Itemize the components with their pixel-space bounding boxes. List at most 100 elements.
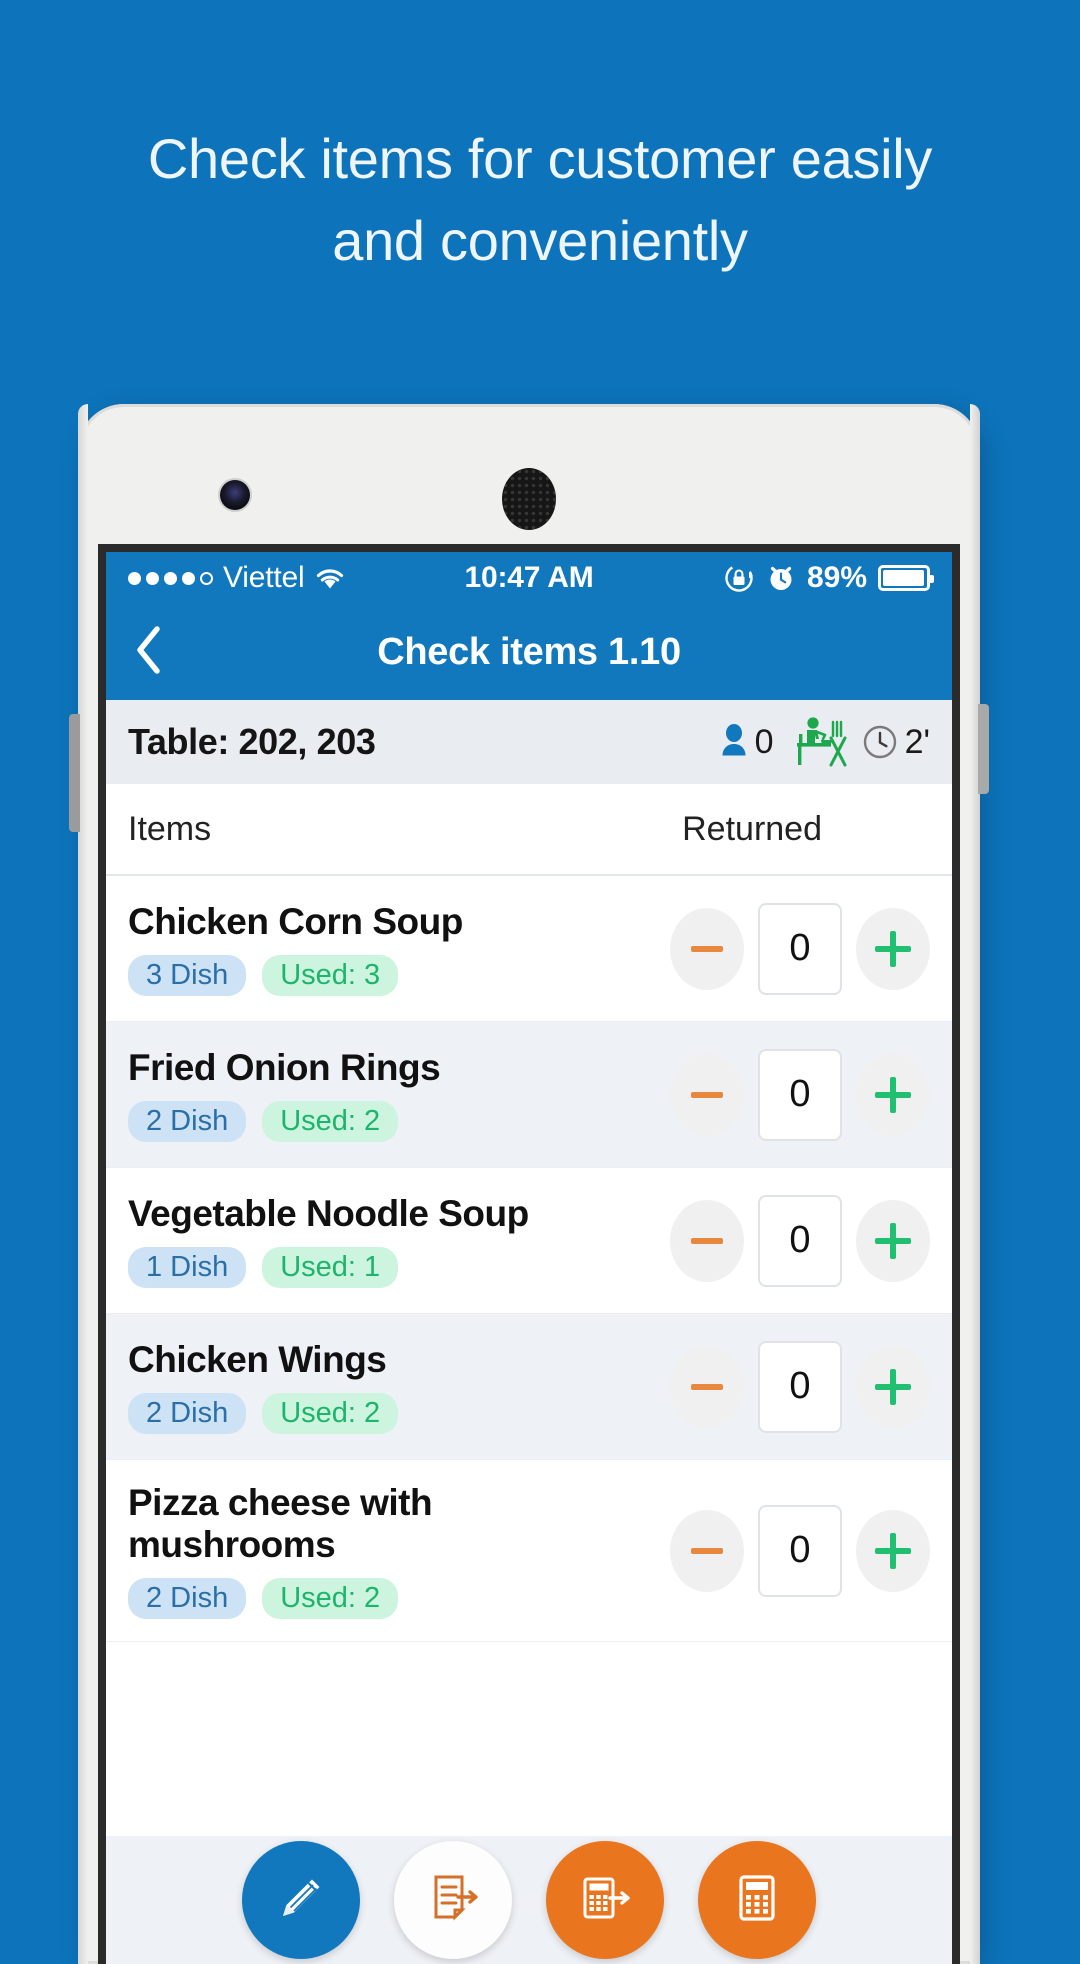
returned-qty-input[interactable]: 0 [758, 1194, 842, 1287]
phone-edge-left [78, 404, 88, 1964]
alarm-clock-icon [766, 563, 796, 593]
headline-line-2: and conveniently [332, 208, 748, 272]
calculator-icon [730, 1869, 784, 1932]
item-name: Vegetable Noodle Soup [128, 1192, 529, 1234]
dish-count-badge: 2 Dish [128, 1393, 247, 1435]
minus-icon [691, 1383, 723, 1390]
chevron-left-icon [132, 624, 166, 681]
increment-button[interactable] [856, 1053, 930, 1136]
used-count-badge: Used: 1 [262, 1247, 399, 1289]
promo-headline: Check items for customer easily and conv… [0, 118, 1080, 282]
headline-line-1: Check items for customer easily [147, 127, 933, 190]
front-camera-icon [220, 480, 250, 510]
decrement-button[interactable] [670, 907, 744, 990]
minus-icon [691, 1091, 723, 1098]
dish-count-badge: 2 Dish [128, 1101, 247, 1143]
increment-button[interactable] [856, 1199, 930, 1282]
quantity-stepper: 0 [670, 902, 930, 995]
elapsed-time-value: 2' [904, 722, 930, 761]
document-transfer-icon [424, 1869, 482, 1932]
row-info: Vegetable Noodle Soup 1 Dish Used: 1 [128, 1192, 670, 1289]
item-name: Chicken Wings [128, 1338, 387, 1380]
badge-group: 2 Dish Used: 2 [128, 1393, 658, 1435]
column-header-row: Items Returned [106, 784, 952, 876]
minus-icon [691, 945, 723, 952]
earpiece-speaker-icon [502, 468, 556, 530]
returned-qty-input[interactable]: 0 [758, 1340, 842, 1433]
page-title: Check items 1.10 [377, 630, 681, 673]
increment-button[interactable] [856, 1509, 930, 1592]
table-info-bar: Table: 202, 203 0 2' [106, 700, 952, 784]
person-dining-icon [787, 716, 849, 768]
item-name: Chicken Corn Soup [128, 900, 463, 942]
used-count-badge: Used: 3 [262, 955, 399, 997]
dish-count-badge: 1 Dish [128, 1247, 247, 1289]
transfer-bill-button[interactable] [546, 1841, 664, 1959]
phone-power-button [978, 704, 989, 794]
item-name: Pizza cheese with mushrooms [128, 1482, 433, 1566]
row-info: Chicken Wings 2 Dish Used: 2 [128, 1338, 670, 1435]
returned-qty-input[interactable]: 0 [758, 1048, 842, 1141]
column-header-items: Items [128, 809, 212, 848]
item-list: Chicken Corn Soup 3 Dish Used: 3 0 Fried… [106, 876, 952, 1643]
minus-icon [691, 1237, 723, 1244]
row-info: Pizza cheese with mushrooms 2 Dish Used:… [128, 1482, 528, 1620]
guest-count-value: 0 [754, 722, 774, 761]
table-label: Table: 202, 203 [128, 721, 376, 762]
returned-qty-input[interactable]: 0 [758, 902, 842, 995]
dish-count-badge: 2 Dish [128, 1578, 247, 1620]
row-info: Chicken Corn Soup 3 Dish Used: 3 [128, 900, 670, 997]
plus-icon [875, 1532, 911, 1569]
quantity-stepper: 0 [670, 1194, 930, 1287]
table-row[interactable]: Pizza cheese with mushrooms 2 Dish Used:… [106, 1460, 952, 1643]
plus-icon [875, 1222, 911, 1259]
item-name: Fried Onion Rings [128, 1046, 441, 1088]
decrement-button[interactable] [670, 1345, 744, 1428]
quantity-stepper: 0 [670, 1048, 930, 1141]
badge-group: 2 Dish Used: 2 [128, 1578, 516, 1620]
rotation-lock-icon [723, 562, 755, 594]
plus-icon [875, 930, 911, 967]
phone-volume-button [69, 714, 80, 832]
table-row[interactable]: Fried Onion Rings 2 Dish Used: 2 0 [106, 1022, 952, 1168]
row-info: Fried Onion Rings 2 Dish Used: 2 [128, 1046, 670, 1143]
used-count-badge: Used: 2 [262, 1101, 399, 1143]
calculate-bill-button[interactable] [698, 1841, 816, 1959]
decrement-button[interactable] [670, 1053, 744, 1136]
status-bar-right: 89% [723, 561, 934, 595]
plus-icon [875, 1368, 911, 1405]
status-bar: Viettel 10:47 AM 89% [106, 552, 952, 604]
action-button-bar [106, 1836, 952, 1964]
elapsed-time-group: 2' [862, 723, 930, 762]
phone-mockup: Viettel 10:47 AM 89% Check items 1.10 Ta… [69, 404, 989, 1964]
battery-percent: 89% [806, 561, 867, 594]
back-button[interactable] [106, 624, 192, 681]
column-header-returned: Returned [682, 809, 822, 848]
badge-group: 1 Dish Used: 1 [128, 1247, 658, 1289]
phone-edge-right [970, 404, 980, 1964]
dish-count-badge: 3 Dish [128, 955, 247, 997]
screen-bezel: Viettel 10:47 AM 89% Check items 1.10 Ta… [98, 544, 960, 1964]
pencil-edit-icon [270, 1867, 332, 1934]
decrement-button[interactable] [670, 1509, 744, 1592]
used-count-badge: Used: 2 [262, 1578, 399, 1620]
increment-button[interactable] [856, 907, 930, 990]
quantity-stepper: 0 [670, 1340, 930, 1433]
battery-icon [878, 565, 934, 591]
minus-icon [691, 1547, 723, 1554]
table-row[interactable]: Vegetable Noodle Soup 1 Dish Used: 1 0 [106, 1168, 952, 1314]
increment-button[interactable] [856, 1345, 930, 1428]
decrement-button[interactable] [670, 1199, 744, 1282]
returned-qty-input[interactable]: 0 [758, 1504, 842, 1597]
table-meta-group: 0 2' [720, 716, 930, 768]
phone-screen: Viettel 10:47 AM 89% Check items 1.10 Ta… [106, 552, 952, 1964]
transfer-order-button[interactable] [394, 1841, 512, 1959]
guest-count-group: 0 [720, 723, 774, 762]
plus-icon [875, 1076, 911, 1113]
table-row[interactable]: Chicken Wings 2 Dish Used: 2 0 [106, 1314, 952, 1460]
table-row[interactable]: Chicken Corn Soup 3 Dish Used: 3 0 [106, 876, 952, 1022]
nav-bar: Check items 1.10 [106, 604, 952, 700]
clock-icon [862, 724, 898, 760]
badge-group: 2 Dish Used: 2 [128, 1101, 658, 1143]
edit-note-button[interactable] [242, 1841, 360, 1959]
